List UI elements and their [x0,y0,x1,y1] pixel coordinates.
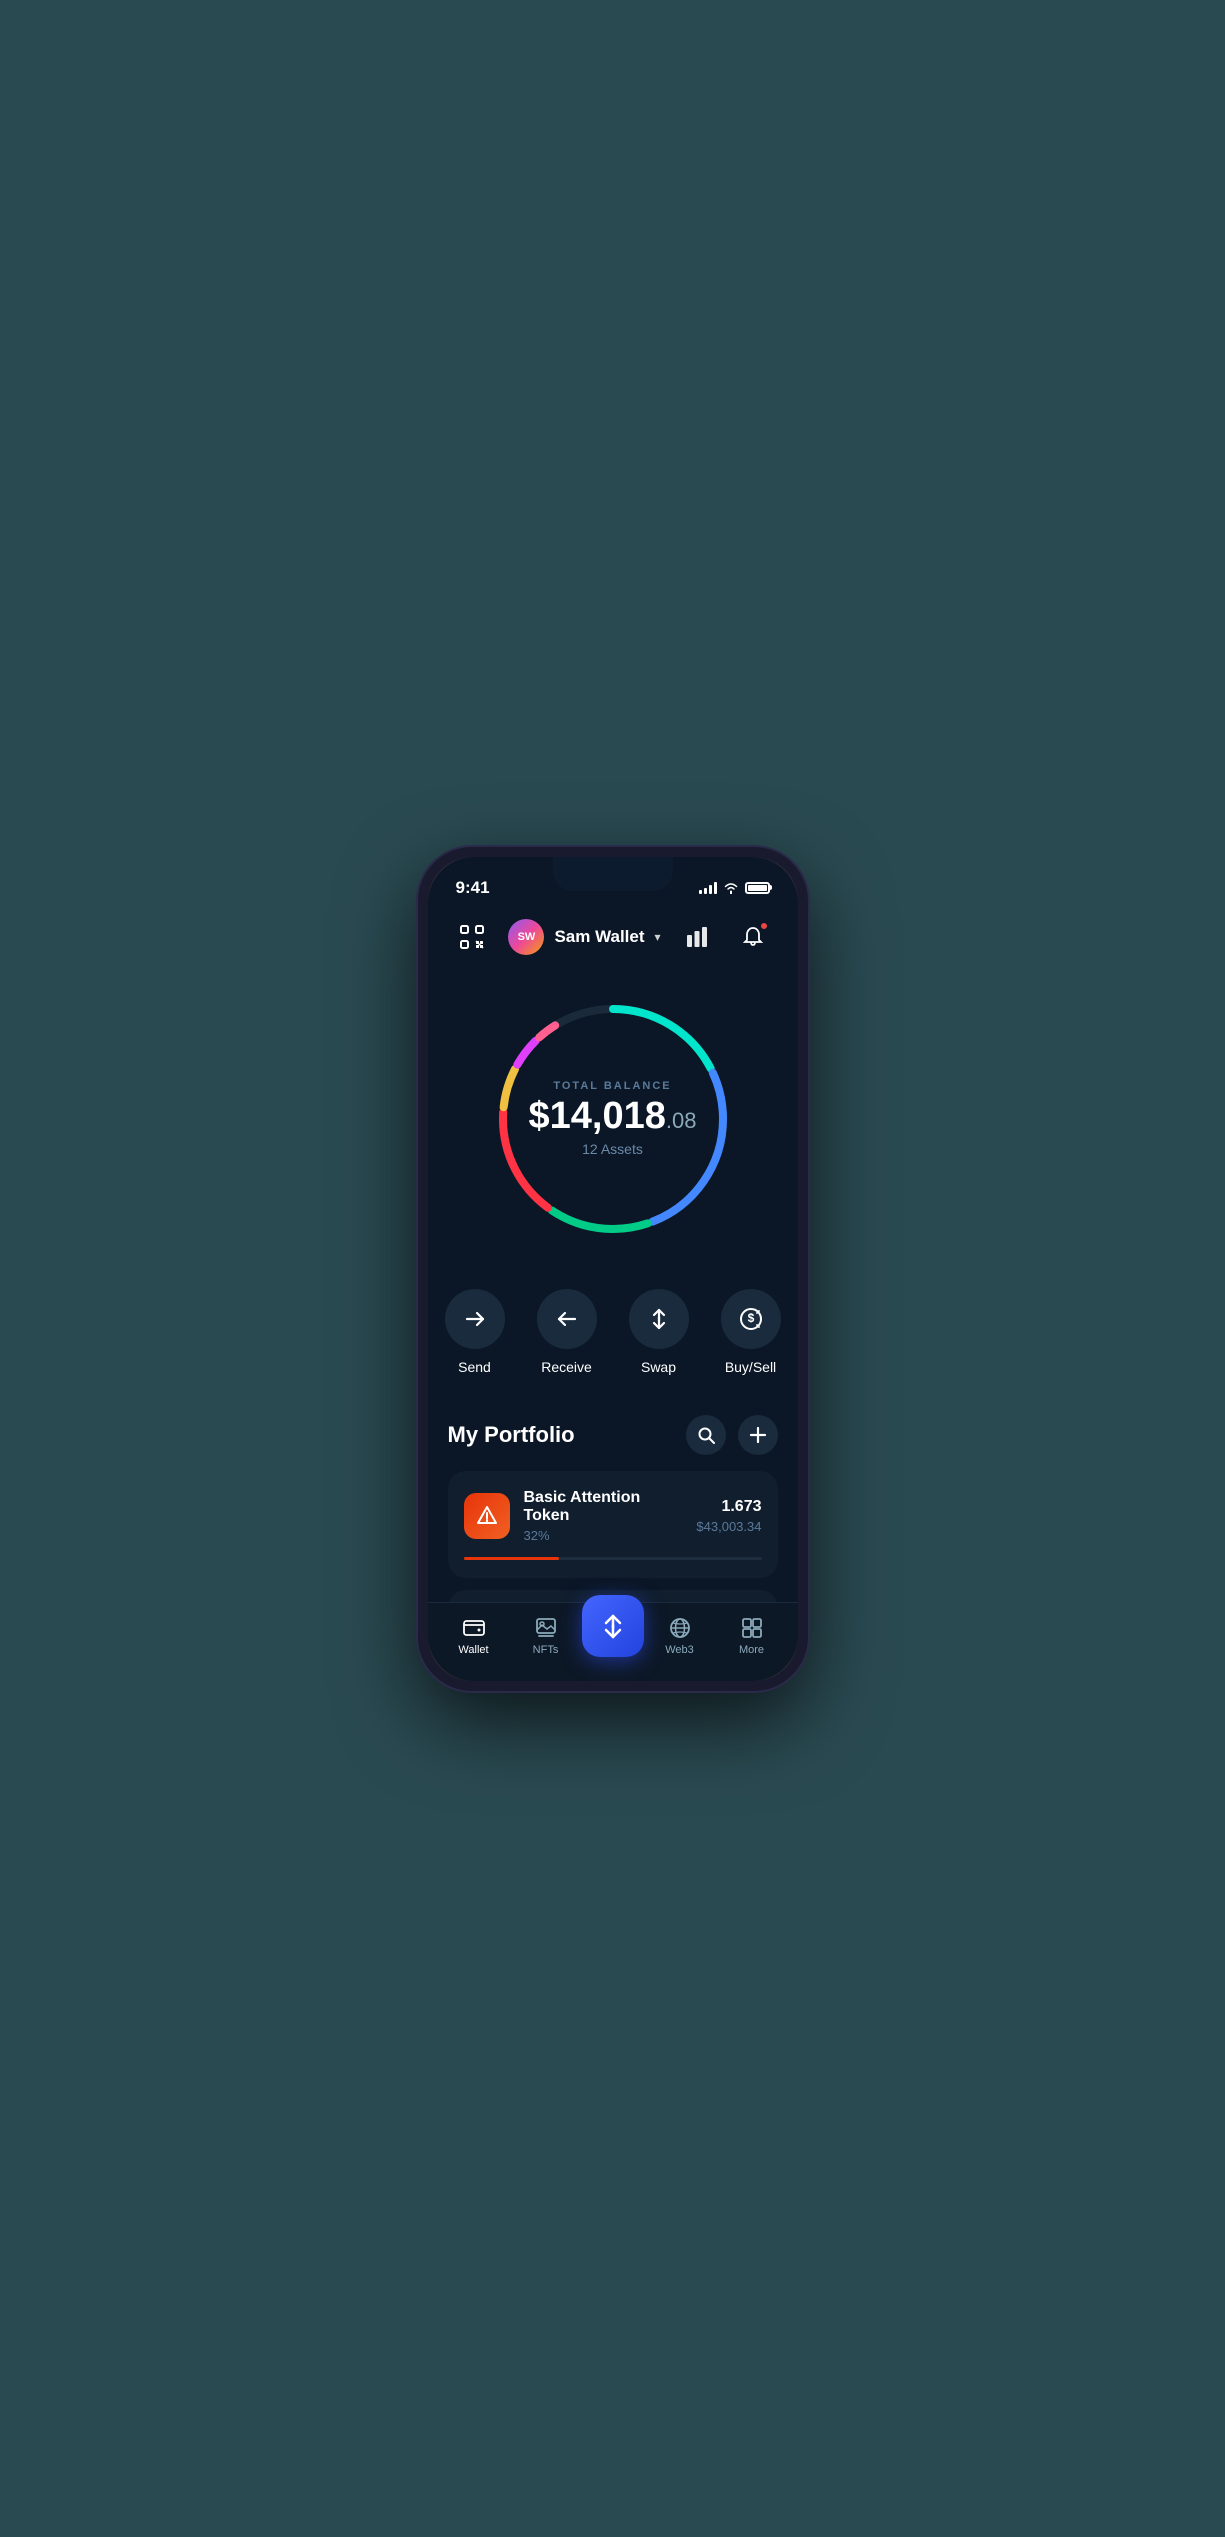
balance-assets-count: 12 Assets [513,1141,713,1157]
nav-more[interactable]: More [716,1616,788,1656]
asset-row-bat: Basic Attention Token 32% 1.673 $43,003.… [464,1489,762,1543]
nav-wallet[interactable]: Wallet [438,1616,510,1656]
portfolio-actions [686,1415,778,1455]
wifi-icon [723,882,739,894]
send-action[interactable]: Send [445,1289,505,1375]
wallet-chevron-icon: ▾ [655,930,661,944]
svg-text:$: $ [747,1311,754,1325]
swap-label: Swap [641,1359,676,1375]
swap-action[interactable]: Swap [629,1289,689,1375]
balance-cents: .08 [666,1108,697,1133]
balance-ring-container: TOTAL BALANCE $14,018.08 12 Assets [483,989,743,1249]
bat-percentage: 32% [524,1528,683,1543]
send-label: Send [458,1359,491,1375]
scan-button[interactable] [452,917,492,957]
charts-icon [686,927,708,947]
web3-nav-icon [668,1616,692,1640]
web3-nav-label: Web3 [665,1644,694,1656]
notifications-button[interactable] [733,917,773,957]
add-icon [749,1426,767,1444]
status-time: 9:41 [456,878,490,898]
charts-button[interactable] [677,917,717,957]
receive-action[interactable]: Receive [537,1289,597,1375]
asset-card-bat[interactable]: Basic Attention Token 32% 1.673 $43,003.… [448,1471,778,1578]
portfolio-header: My Portfolio [448,1415,778,1455]
bat-progress-bar [464,1557,762,1560]
phone-frame: 9:41 [418,847,808,1691]
buysell-icon: $ [737,1305,765,1333]
bat-amount: 1.673 [696,1498,761,1516]
buysell-circle: $ [721,1289,781,1349]
nav-web3[interactable]: Web3 [644,1616,716,1656]
buysell-label: Buy/Sell [725,1359,776,1375]
more-nav-icon [740,1616,764,1640]
signal-bar-4 [714,882,717,894]
battery-icon [745,882,770,894]
center-action-button[interactable] [582,1595,644,1657]
nav-right-icons [677,917,773,957]
wallet-selector[interactable]: SW Sam Wallet ▾ [508,919,660,955]
bat-logo-icon [476,1505,498,1527]
balance-main: $14,018 [529,1095,666,1137]
signal-bar-3 [709,885,712,894]
balance-label: TOTAL BALANCE [513,1080,713,1092]
receive-circle [537,1289,597,1349]
bat-info: Basic Attention Token 32% [524,1489,683,1543]
receive-label: Receive [541,1359,592,1375]
status-icons [699,882,770,894]
search-icon [697,1426,715,1444]
send-circle [445,1289,505,1349]
wallet-name: Sam Wallet [554,927,644,947]
signal-bar-1 [699,890,702,894]
top-nav: SW Sam Wallet ▾ [428,905,798,969]
balance-section: TOTAL BALANCE $14,018.08 12 Assets [428,969,798,1259]
signal-bar-2 [704,888,707,894]
wallet-initials: SW [518,931,536,943]
bat-values: 1.673 $43,003.34 [696,1498,761,1534]
swap-circle [629,1289,689,1349]
notch [553,857,673,891]
bottom-nav: Wallet NFTs [428,1602,798,1681]
scan-icon [459,924,485,950]
notification-badge [759,921,769,931]
actions-row: Send Receive [428,1259,798,1395]
receive-icon [555,1307,579,1331]
bat-progress-fill [464,1557,559,1560]
bat-logo [464,1493,510,1539]
bat-name: Basic Attention Token [524,1489,683,1525]
portfolio-search-button[interactable] [686,1415,726,1455]
buysell-action[interactable]: $ Buy/Sell [721,1289,781,1375]
send-icon [463,1307,487,1331]
more-nav-label: More [739,1644,764,1656]
center-action-icon [599,1612,627,1640]
balance-amount: $14,018.08 [513,1096,713,1138]
battery-fill [748,885,767,891]
portfolio-title: My Portfolio [448,1422,575,1448]
nfts-nav-icon [534,1616,558,1640]
swap-icon [647,1307,671,1331]
portfolio-add-button[interactable] [738,1415,778,1455]
balance-info: TOTAL BALANCE $14,018.08 12 Assets [513,1080,713,1158]
wallet-nav-icon [462,1616,486,1640]
phone-screen: 9:41 [428,857,798,1681]
wallet-avatar: SW [508,919,544,955]
signal-bars-icon [699,882,717,894]
bat-usd: $43,003.34 [696,1519,761,1534]
wallet-nav-label: Wallet [458,1644,488,1656]
nfts-nav-label: NFTs [533,1644,559,1656]
nav-nfts[interactable]: NFTs [510,1616,582,1656]
